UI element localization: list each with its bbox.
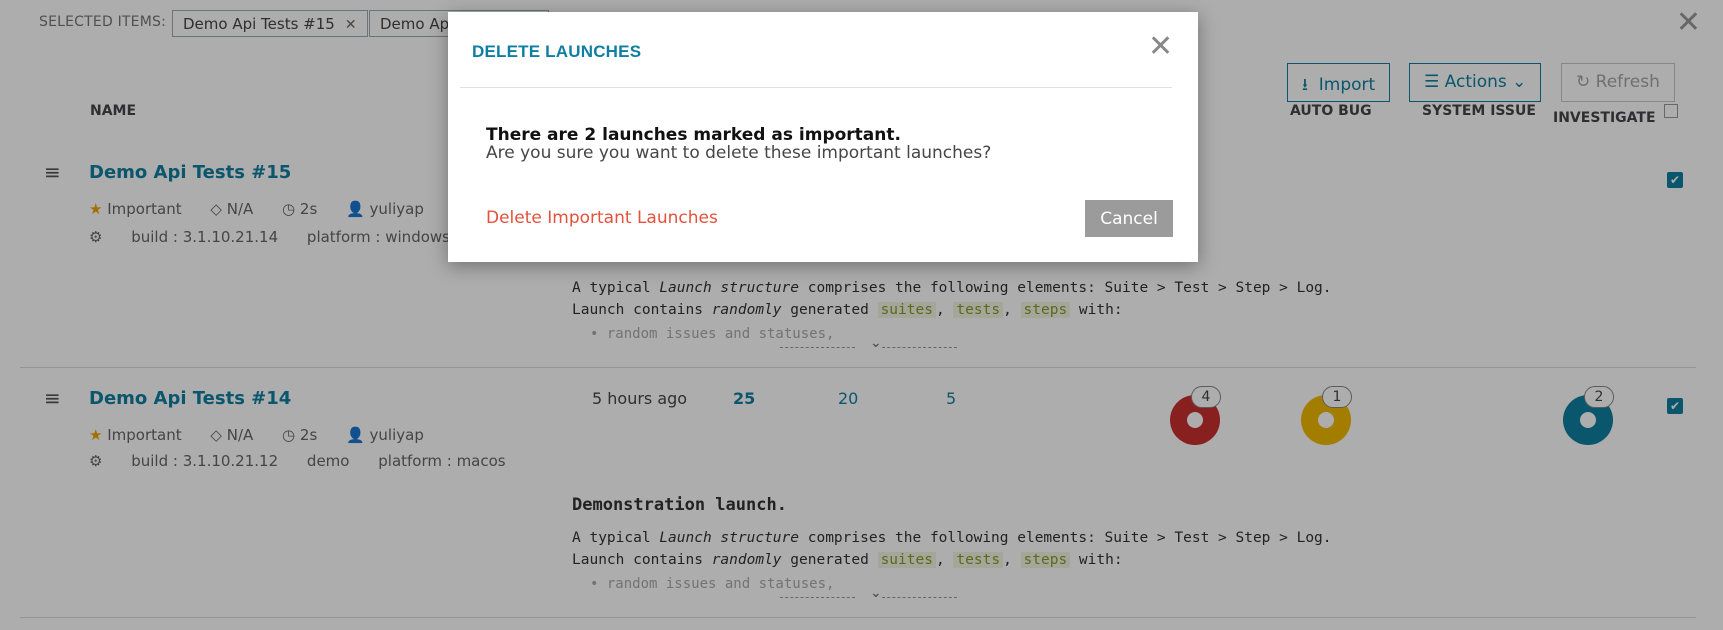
delete-important-launches-button[interactable]: Delete Important Launches (486, 208, 718, 228)
close-icon[interactable]: ✕ (1148, 32, 1173, 62)
launches-page: SELECTED ITEMS: Demo Api Tests #15 ✕ Demo… (0, 0, 1723, 630)
modal-title: DELETE LAUNCHES (472, 42, 642, 61)
cancel-button[interactable]: Cancel (1085, 200, 1173, 237)
divider (460, 87, 1172, 88)
modal-message-primary: There are 2 launches marked as important… (486, 125, 901, 145)
modal-message-secondary: Are you sure you want to delete these im… (486, 143, 992, 163)
delete-launches-modal: DELETE LAUNCHES ✕ There are 2 launches m… (448, 12, 1198, 262)
